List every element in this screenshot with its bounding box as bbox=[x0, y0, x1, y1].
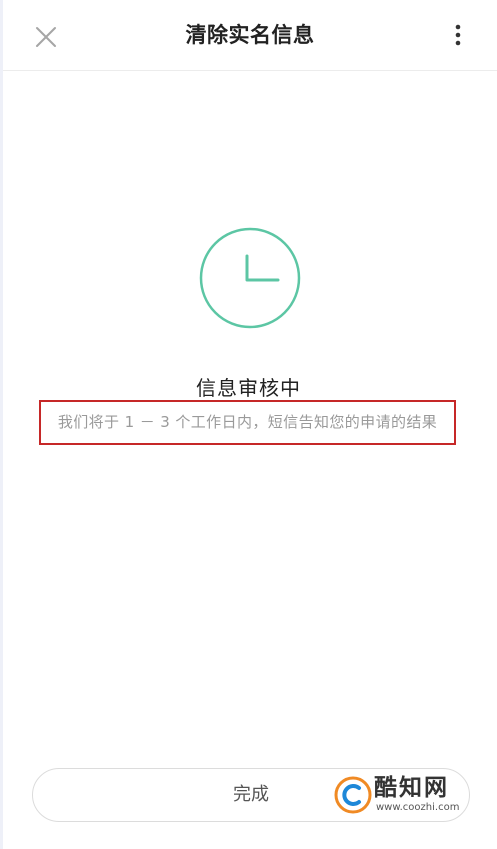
watermark: 酷知网 www.coozhi.com bbox=[330, 770, 470, 822]
close-icon bbox=[36, 27, 56, 47]
more-vertical-icon bbox=[455, 24, 461, 46]
more-button[interactable] bbox=[443, 20, 473, 52]
watermark-logo-icon bbox=[334, 776, 372, 814]
clock-icon bbox=[199, 227, 301, 329]
watermark-url: www.coozhi.com bbox=[376, 802, 460, 813]
status-title: 信息审核中 bbox=[196, 376, 301, 400]
status-description: 我们将于 1 － 3 个工作日内，短信告知您的申请的结果 bbox=[57, 413, 438, 431]
highlight-box: 我们将于 1 － 3 个工作日内，短信告知您的申请的结果 bbox=[39, 400, 456, 445]
page-title: 清除实名信息 bbox=[185, 23, 315, 47]
watermark-name: 酷知网 bbox=[374, 775, 449, 801]
top-bar: 清除实名信息 bbox=[3, 0, 497, 71]
left-edge-strip bbox=[0, 0, 3, 849]
close-button[interactable] bbox=[29, 20, 63, 54]
